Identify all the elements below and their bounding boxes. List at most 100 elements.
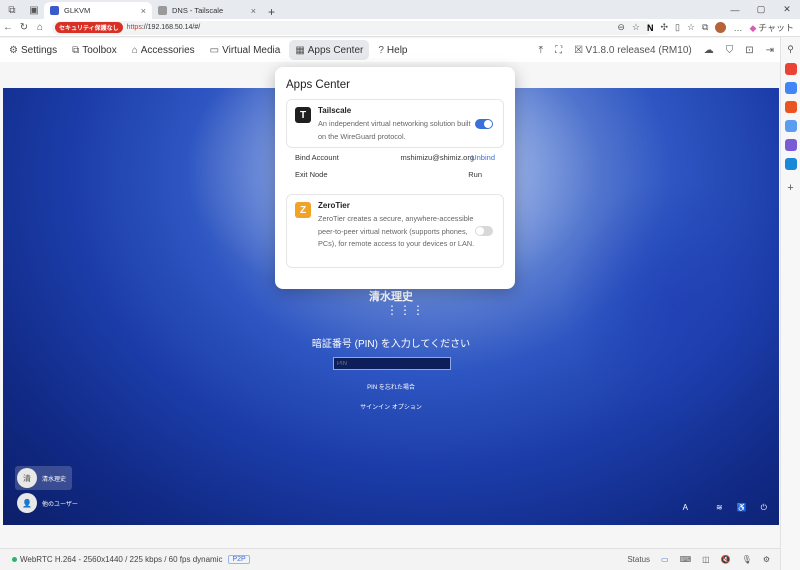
more-icon[interactable]: … (733, 23, 742, 33)
close-window-button[interactable]: ✕ (774, 0, 800, 19)
url-field[interactable]: セキュリティ保護なし https://192.168.50.14/#/ (52, 20, 652, 35)
upload-icon[interactable]: ⤒ (539, 45, 543, 56)
gear-icon: ⚙ (9, 44, 18, 56)
menu-settings[interactable]: ⚙ Settings (3, 40, 63, 60)
favorite-icon[interactable]: ☆ (632, 22, 640, 33)
menu-label: Help (386, 44, 408, 56)
tailscale-toggle[interactable] (475, 119, 493, 129)
address-bar: ← ↻ ⌂ セキュリティ保護なし https://192.168.50.14/#… (0, 19, 800, 37)
app-name: ZeroTier (318, 201, 350, 210)
app-card-tailscale: T Tailscale An independent virtual netwo… (286, 99, 504, 148)
tab-label: GLKVM (64, 6, 91, 15)
tab-dns-tailscale[interactable]: DNS - Tailscale × (152, 2, 262, 19)
calendar-icon[interactable] (784, 82, 797, 94)
app-description: An independent virtual networking soluti… (318, 119, 471, 141)
maximize-button[interactable]: ▢ (748, 0, 774, 19)
profile-avatar[interactable] (715, 22, 727, 33)
monitor-icon[interactable]: ▭ (661, 555, 669, 564)
keyboard-icon[interactable]: ⌨ (680, 555, 692, 564)
favorites-bar-icon[interactable]: ☆ (687, 22, 695, 33)
version-button[interactable]: ☒ V1.8.0 release4 (RM10) (574, 45, 692, 56)
browser-tabstrip: ⧉ ▣ GLKVM × DNS - Tailscale × + — ▢ ✕ (0, 0, 800, 19)
lock-tray: A ≋ ♿ ⏻ (683, 503, 767, 513)
home-icon[interactable]: ⌂ (32, 22, 48, 33)
bind-account-label: Bind Account (295, 153, 339, 162)
close-icon[interactable]: × (141, 6, 146, 16)
mouse-icon[interactable]: ◫ (702, 555, 710, 564)
signin-options-link[interactable]: サインイン オプション (3, 402, 779, 411)
pin-keypad-icon[interactable]: ⋮⋮⋮ (386, 304, 425, 316)
tab-actions-icon[interactable]: ▣ (26, 2, 42, 18)
power-panel-icon[interactable]: ⊡ (745, 45, 753, 56)
pin-input[interactable] (333, 357, 451, 370)
user-name: 清水理史 (42, 476, 67, 483)
search-icon[interactable]: ⚲ (785, 44, 797, 56)
person-icon: 👤 (17, 493, 37, 513)
popup-title: Apps Center (286, 79, 350, 91)
user-entry-current[interactable]: 清 清水理史 (15, 466, 73, 490)
minimize-button[interactable]: — (722, 0, 748, 19)
extensions-icon[interactable]: ✣ (660, 22, 668, 33)
connection-status-icon (12, 557, 17, 562)
outlook-icon[interactable] (784, 139, 797, 151)
close-icon[interactable]: × (251, 6, 256, 16)
menu-label: Apps Center (307, 44, 364, 56)
toggle-knob (476, 227, 484, 235)
avatar: 清 (17, 468, 37, 488)
bind-account-row: Bind Account mshimizu@shimiz.org Unbind (286, 150, 504, 165)
shield-icon[interactable]: ⛉ (726, 45, 734, 56)
menu-label: Virtual Media (222, 44, 281, 56)
user-entry-other[interactable]: 👤 他のユーザー (15, 491, 84, 515)
copilot-icon: ◆ (749, 23, 757, 33)
menu-apps-center[interactable]: ▦ Apps Center (289, 40, 370, 60)
copilot-side-icon[interactable] (784, 120, 797, 132)
bing-icon[interactable] (784, 158, 797, 170)
window-controls: — ▢ ✕ (722, 0, 800, 19)
reader-icon[interactable]: ⊖ (617, 22, 625, 33)
accessibility-icon[interactable]: ♿ (737, 503, 747, 513)
status-bar: WebRTC H.264 - 2560x1440 / 225 kbps / 60… (0, 548, 780, 570)
add-icon[interactable]: + (785, 182, 797, 194)
menu-help[interactable]: ? Help (372, 40, 413, 60)
copilot-button[interactable]: ◆ チャット (749, 21, 794, 34)
copilot-label: チャット (758, 23, 794, 33)
fullscreen-icon[interactable]: ⛶ (555, 45, 562, 56)
lock-user-name: 清水理史 (369, 291, 413, 303)
collections-icon[interactable]: ⧉ (702, 22, 708, 33)
gmail-icon[interactable] (784, 63, 797, 75)
exit-node-row: Exit Node Run (286, 167, 504, 182)
settings-icon[interactable]: ⚙ (763, 555, 770, 564)
split-screen-icon[interactable]: ▯ (675, 22, 680, 33)
toolbox-icon: ⧉ (72, 44, 80, 56)
cloud-icon[interactable]: ☁ (704, 45, 714, 56)
tab-label: DNS - Tailscale (172, 6, 224, 15)
device-icon: ☒ (574, 44, 584, 56)
browser-sidebar: ⚲ + (780, 37, 800, 570)
workspaces-icon[interactable]: ⧉ (4, 2, 20, 18)
shopping-icon[interactable] (784, 101, 797, 113)
new-tab-button[interactable]: + (268, 5, 275, 19)
power-icon[interactable]: ⏻ (761, 503, 767, 513)
zerotier-toggle[interactable] (475, 226, 493, 236)
tab-glkvm[interactable]: GLKVM × (44, 2, 152, 19)
unbind-link[interactable]: Unbind (471, 153, 495, 162)
notion-icon[interactable]: N (647, 23, 654, 33)
reload-icon[interactable]: ↻ (16, 22, 32, 33)
logout-icon[interactable]: ⇥ (766, 45, 774, 56)
insecure-badge[interactable]: セキュリティ保護なし (55, 22, 123, 33)
menu-virtual-media[interactable]: ▭ Virtual Media (204, 40, 287, 60)
back-icon[interactable]: ← (0, 22, 16, 33)
microphone-icon[interactable]: 🎙 (742, 555, 752, 564)
wifi-icon[interactable]: ≋ (716, 503, 723, 513)
status-bar-right: Status ▭ ⌨ ◫ 🔇 🎙 ⚙ (627, 555, 770, 564)
mute-icon[interactable]: 🔇 (721, 555, 731, 564)
tailscale-favicon-icon (158, 6, 167, 15)
forgot-pin-link[interactable]: PIN を忘れた場合 (3, 382, 779, 391)
input-language-icon[interactable]: A (683, 503, 688, 513)
exit-node-value[interactable]: Run (468, 170, 482, 179)
menu-accessories[interactable]: ⌂ Accessories (126, 40, 201, 60)
url-scheme: https (126, 24, 142, 31)
status-label: Status (627, 555, 651, 564)
menu-label: Toolbox (82, 44, 117, 56)
menu-toolbox[interactable]: ⧉ Toolbox (66, 40, 123, 60)
